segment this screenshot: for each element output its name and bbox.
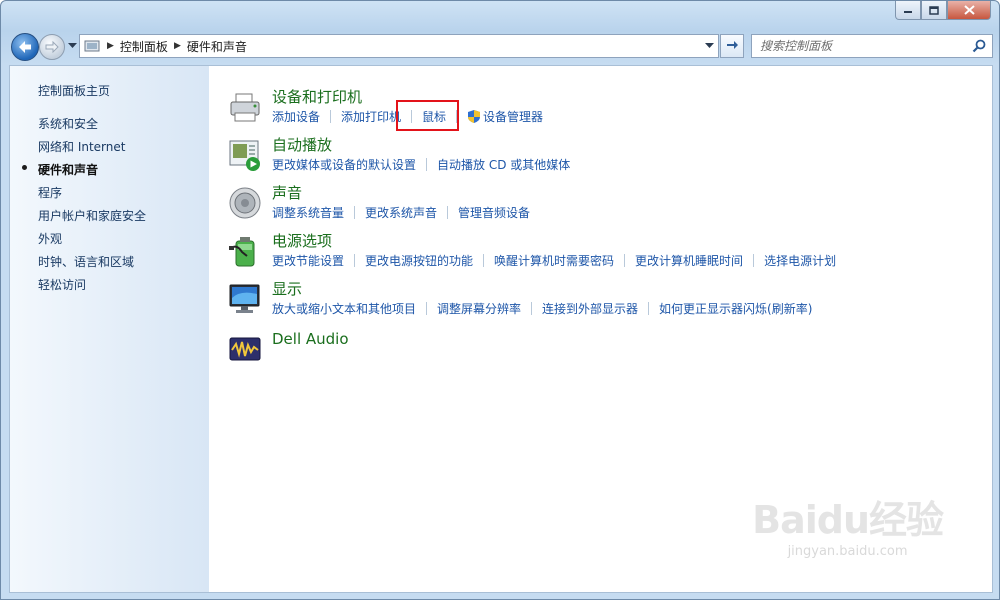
minimize-button[interactable]	[895, 1, 921, 20]
sidebar-item-system-security[interactable]: 系统和安全	[38, 115, 98, 132]
close-button[interactable]	[947, 1, 991, 20]
category-title-devices-printers[interactable]: 设备和打印机	[272, 86, 362, 107]
refresh-icon	[727, 41, 738, 49]
control-panel-icon	[84, 40, 100, 52]
link-separator	[447, 206, 449, 219]
link-text-size[interactable]: 放大或缩小文本和其他项目	[272, 300, 416, 317]
category-title-sound[interactable]: 声音	[272, 182, 302, 203]
sidebar-item-appearance[interactable]: 外观	[38, 230, 62, 247]
link-separator	[354, 254, 356, 267]
link-add-printer[interactable]: 添加打印机	[341, 108, 401, 125]
category-title-autoplay[interactable]: 自动播放	[272, 134, 332, 155]
category-devices-printers: 设备和打印机 添加设备 添加打印机 鼠标 设备管理器	[228, 86, 988, 130]
link-autoplay-cd[interactable]: 自动播放 CD 或其他媒体	[437, 156, 570, 173]
link-separator	[354, 206, 356, 219]
close-icon	[963, 5, 975, 15]
watermark: Baidu经验 jingyan.baidu.com	[752, 489, 944, 559]
link-adjust-volume[interactable]: 调整系统音量	[272, 204, 344, 221]
link-separator	[426, 158, 428, 171]
link-external-display[interactable]: 连接到外部显示器	[542, 300, 638, 317]
category-title-display[interactable]: 显示	[272, 278, 302, 299]
link-separator	[426, 302, 428, 315]
address-dropdown-icon[interactable]	[705, 43, 714, 49]
category-autoplay: 自动播放 更改媒体或设备的默认设置 自动播放 CD 或其他媒体	[228, 134, 988, 178]
breadcrumb-hardware-sound[interactable]: 硬件和声音	[187, 38, 247, 55]
speaker-icon	[229, 187, 261, 219]
sidebar-item-ease-of-access[interactable]: 轻松访问	[38, 276, 86, 293]
watermark-brand: Baidu经验	[752, 498, 944, 542]
link-power-button-behavior[interactable]: 更改电源按钮的功能	[365, 252, 473, 269]
battery-icon	[229, 237, 255, 267]
control-panel-window: ▶ 控制面板 ▶ 硬件和声音 控制面板主页 系统和安全 网络和 Internet…	[0, 0, 1000, 600]
breadcrumb-separator: ▶	[173, 41, 181, 51]
category-dell-audio: Dell Audio	[228, 328, 988, 372]
caption-buttons	[895, 1, 991, 20]
back-button[interactable]	[11, 33, 39, 61]
uac-shield-icon	[467, 109, 481, 124]
link-choose-power-plan[interactable]: 选择电源计划	[764, 252, 836, 269]
sidebar-item-home[interactable]: 控制面板主页	[38, 82, 110, 99]
link-flicker-refresh-rate[interactable]: 如何更正显示器闪烁(刷新率)	[659, 300, 812, 317]
maximize-icon	[929, 5, 939, 15]
link-change-sounds[interactable]: 更改系统声音	[365, 204, 437, 221]
printer-icon	[230, 93, 260, 122]
dell-audio-icon	[229, 337, 261, 361]
sidebar-item-programs[interactable]: 程序	[38, 184, 62, 201]
link-change-sleep-time[interactable]: 更改计算机睡眠时间	[635, 252, 743, 269]
link-separator	[483, 254, 485, 267]
recent-pages-dropdown[interactable]	[68, 43, 77, 49]
refresh-button[interactable]	[720, 34, 744, 58]
search-input[interactable]	[760, 39, 970, 53]
sidebar: 控制面板主页 系统和安全 网络和 Internet 硬件和声音 程序 用户帐户和…	[10, 66, 209, 592]
category-power-options: 电源选项 更改节能设置 更改电源按钮的功能 唤醒计算机时需要密码 更改计算机睡眠…	[228, 230, 988, 274]
category-display: 显示 放大或缩小文本和其他项目 调整屏幕分辨率 连接到外部显示器 如何更正显示器…	[228, 278, 988, 322]
link-require-password-wakeup[interactable]: 唤醒计算机时需要密码	[494, 252, 614, 269]
maximize-button[interactable]	[921, 1, 947, 20]
link-device-manager[interactable]: 设备管理器	[483, 108, 543, 125]
minimize-icon	[904, 11, 912, 13]
forward-arrow-icon	[45, 41, 59, 53]
autoplay-icon	[229, 140, 260, 171]
link-change-power-saving[interactable]: 更改节能设置	[272, 252, 344, 269]
link-separator	[753, 254, 755, 267]
link-add-device[interactable]: 添加设备	[272, 108, 320, 125]
sidebar-item-user-accounts[interactable]: 用户帐户和家庭安全	[38, 207, 146, 224]
search-box[interactable]	[751, 34, 993, 58]
link-manage-audio-devices[interactable]: 管理音频设备	[458, 204, 530, 221]
highlight-box-mouse	[396, 100, 459, 131]
category-sound: 声音 调整系统音量 更改系统声音 管理音频设备	[228, 182, 988, 226]
link-separator	[648, 302, 650, 315]
address-bar[interactable]: ▶ 控制面板 ▶ 硬件和声音	[79, 34, 719, 58]
category-title-dell-audio[interactable]: Dell Audio	[272, 330, 349, 348]
forward-button[interactable]	[39, 34, 65, 60]
category-title-power-options[interactable]: 电源选项	[272, 230, 332, 251]
back-arrow-icon	[19, 41, 31, 53]
sidebar-item-hardware-sound[interactable]: 硬件和声音	[38, 161, 98, 178]
link-screen-resolution[interactable]: 调整屏幕分辨率	[437, 300, 521, 317]
link-separator	[531, 302, 533, 315]
navigation-bar: ▶ 控制面板 ▶ 硬件和声音	[1, 31, 999, 63]
link-separator	[624, 254, 626, 267]
sidebar-item-clock-region[interactable]: 时钟、语言和区域	[38, 253, 134, 270]
link-separator	[330, 110, 332, 123]
search-icon[interactable]	[972, 39, 986, 53]
breadcrumb-control-panel[interactable]: 控制面板	[120, 38, 168, 55]
breadcrumb-separator: ▶	[107, 41, 114, 51]
sidebar-item-network[interactable]: 网络和 Internet	[38, 138, 125, 155]
monitor-icon	[229, 284, 260, 313]
active-bullet	[22, 165, 27, 170]
watermark-url: jingyan.baidu.com	[787, 544, 908, 559]
link-change-media-defaults[interactable]: 更改媒体或设备的默认设置	[272, 156, 416, 173]
